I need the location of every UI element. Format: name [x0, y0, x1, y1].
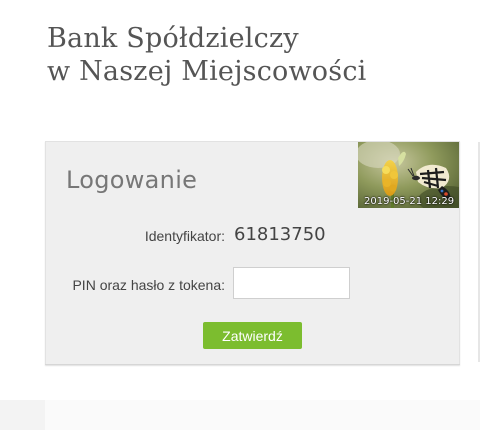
identifier-row: Identyfikator: 61813750	[46, 224, 458, 248]
panel-shadow-divider	[45, 364, 460, 365]
identifier-value: 61813750	[234, 224, 326, 245]
identifier-label: Identyfikator:	[144, 228, 225, 244]
footer-band	[0, 400, 480, 430]
login-heading: Logowanie	[66, 166, 198, 194]
pin-label: PIN oraz hasło z tokena:	[72, 277, 225, 293]
security-image-date: 2019-05-21 12:29	[364, 196, 455, 207]
bank-title: Bank Spółdzielczy w Naszej Miejscowości	[47, 22, 366, 88]
bank-title-line2: w Naszej Miejscowości	[47, 56, 367, 87]
bank-title-line1: Bank Spółdzielczy	[47, 23, 299, 54]
security-image: 2019-05-21 12:29	[358, 142, 459, 208]
pin-input[interactable]	[233, 267, 350, 299]
submit-button[interactable]: Zatwierdź	[203, 322, 302, 349]
footer-band-left	[0, 400, 45, 430]
pin-row: PIN oraz hasło z tokena:	[46, 267, 458, 301]
login-panel: Logowanie 2019-05-21 12:29 Identyfikator…	[45, 141, 460, 365]
